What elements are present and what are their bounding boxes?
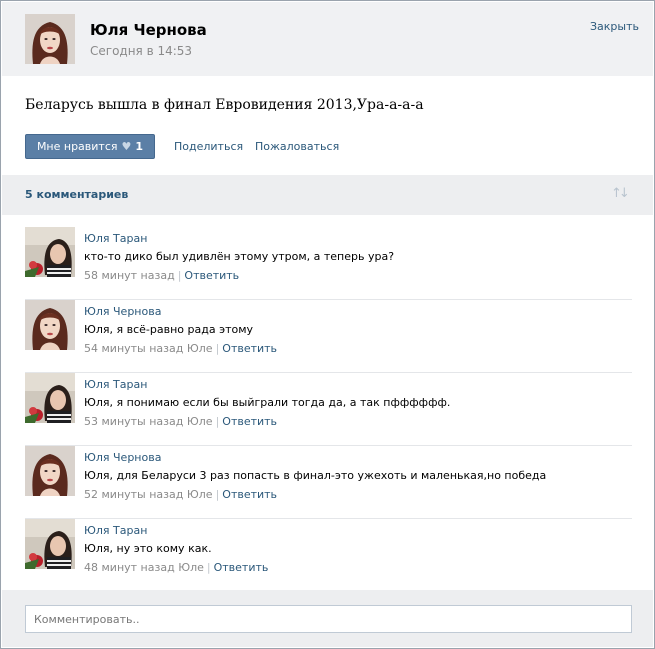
comment-avatar[interactable] xyxy=(25,373,75,423)
comment-time: 48 минут назад xyxy=(84,561,175,574)
reply-link[interactable]: Ответить xyxy=(184,269,239,282)
author-avatar[interactable] xyxy=(25,14,75,64)
comment-text: Юля, ну это кому как. xyxy=(84,542,212,555)
comment-reply-to[interactable]: Юле xyxy=(187,342,213,355)
author-avatar-image xyxy=(25,14,75,64)
comment-author[interactable]: Юля Таран xyxy=(84,378,147,391)
comment-time: 52 минуты назад xyxy=(84,488,184,501)
reply-link[interactable]: Ответить xyxy=(222,415,277,428)
comment-meta: 53 минуты назад Юле | Ответить xyxy=(84,415,277,428)
comment-composer xyxy=(2,590,653,647)
comment-author[interactable]: Юля Таран xyxy=(84,524,147,537)
comment-input[interactable] xyxy=(25,605,632,633)
reply-link[interactable]: Ответить xyxy=(214,561,269,574)
post-author-name[interactable]: Юля Чернова xyxy=(90,21,207,39)
comment-meta: 48 минут назад Юле | Ответить xyxy=(84,561,268,574)
comment-avatar[interactable] xyxy=(25,227,75,277)
comment-avatar-image xyxy=(25,446,75,496)
like-button[interactable]: Мне нравится ♥ 1 xyxy=(25,134,155,159)
comment-avatar[interactable] xyxy=(25,519,75,569)
comment-avatar-image xyxy=(25,519,75,569)
meta-separator: | xyxy=(215,342,220,355)
meta-separator: | xyxy=(206,561,211,574)
comment-avatar[interactable] xyxy=(25,300,75,350)
comment-meta: 58 минут назад | Ответить xyxy=(84,269,239,282)
post-header: Юля Чернова Сегодня в 14:53 Закрыть xyxy=(2,2,653,76)
meta-separator: | xyxy=(215,415,220,428)
like-count: 1 xyxy=(135,140,144,153)
comment-avatar-image xyxy=(25,300,75,350)
meta-separator: | xyxy=(177,269,182,282)
share-link[interactable]: Поделиться xyxy=(174,140,243,153)
comment-reply-to[interactable]: Юле xyxy=(187,415,213,428)
post-window: Юля Чернова Сегодня в 14:53 Закрыть Бела… xyxy=(0,0,655,649)
comment-time: 58 минут назад xyxy=(84,269,175,282)
post-time: Сегодня в 14:53 xyxy=(90,44,193,58)
comment-text: Юля, я всё-равно рада этому xyxy=(84,323,254,336)
reply-link[interactable]: Ответить xyxy=(222,488,277,501)
comment-time: 54 минуты назад xyxy=(84,342,184,355)
meta-separator: | xyxy=(215,488,220,501)
reply-link[interactable]: Ответить xyxy=(222,342,277,355)
comment-text: Юля, для Беларуси 3 раз попасть в финал-… xyxy=(84,469,547,482)
post-text: Беларусь вышла в финал Евровидения 2013,… xyxy=(25,97,424,113)
comment-item: Юля Чернова Юля, я всё-равно рада этому … xyxy=(25,300,632,373)
comment-reply-to[interactable]: Юле xyxy=(178,561,204,574)
like-button-label: Мне нравится xyxy=(36,140,118,153)
comment-item: Юля Таран Юля, ну это кому как. 48 минут… xyxy=(25,519,632,592)
comment-author[interactable]: Юля Чернова xyxy=(84,451,161,464)
comment-author[interactable]: Юля Чернова xyxy=(84,305,161,318)
comments-count[interactable]: 5 комментариев xyxy=(25,188,128,201)
report-link[interactable]: Пожаловаться xyxy=(255,140,339,153)
sort-arrows-icon[interactable]: ↑↓ xyxy=(611,186,630,201)
comment-author[interactable]: Юля Таран xyxy=(84,232,147,245)
comment-avatar[interactable] xyxy=(25,446,75,496)
comment-meta: 54 минуты назад Юле | Ответить xyxy=(84,342,277,355)
comments-header: 5 комментариев ↑↓ xyxy=(2,175,653,215)
comment-text: кто-то дико был удивлён этому утром, а т… xyxy=(84,250,395,263)
comment-item: Юля Чернова Юля, для Беларуси 3 раз попа… xyxy=(25,446,632,519)
comment-avatar-image xyxy=(25,373,75,423)
comment-item: Юля Таран кто-то дико был удивлён этому … xyxy=(25,227,632,300)
close-link[interactable]: Закрыть xyxy=(590,20,639,33)
comment-time: 53 минуты назад xyxy=(84,415,184,428)
comment-reply-to[interactable]: Юле xyxy=(187,488,213,501)
comment-meta: 52 минуты назад Юле | Ответить xyxy=(84,488,277,501)
comment-avatar-image xyxy=(25,227,75,277)
comment-item: Юля Таран Юля, я понимаю если бы выйграл… xyxy=(25,373,632,446)
heart-icon: ♥ xyxy=(121,140,132,153)
comment-text: Юля, я понимаю если бы выйграли тогда да… xyxy=(84,396,451,409)
